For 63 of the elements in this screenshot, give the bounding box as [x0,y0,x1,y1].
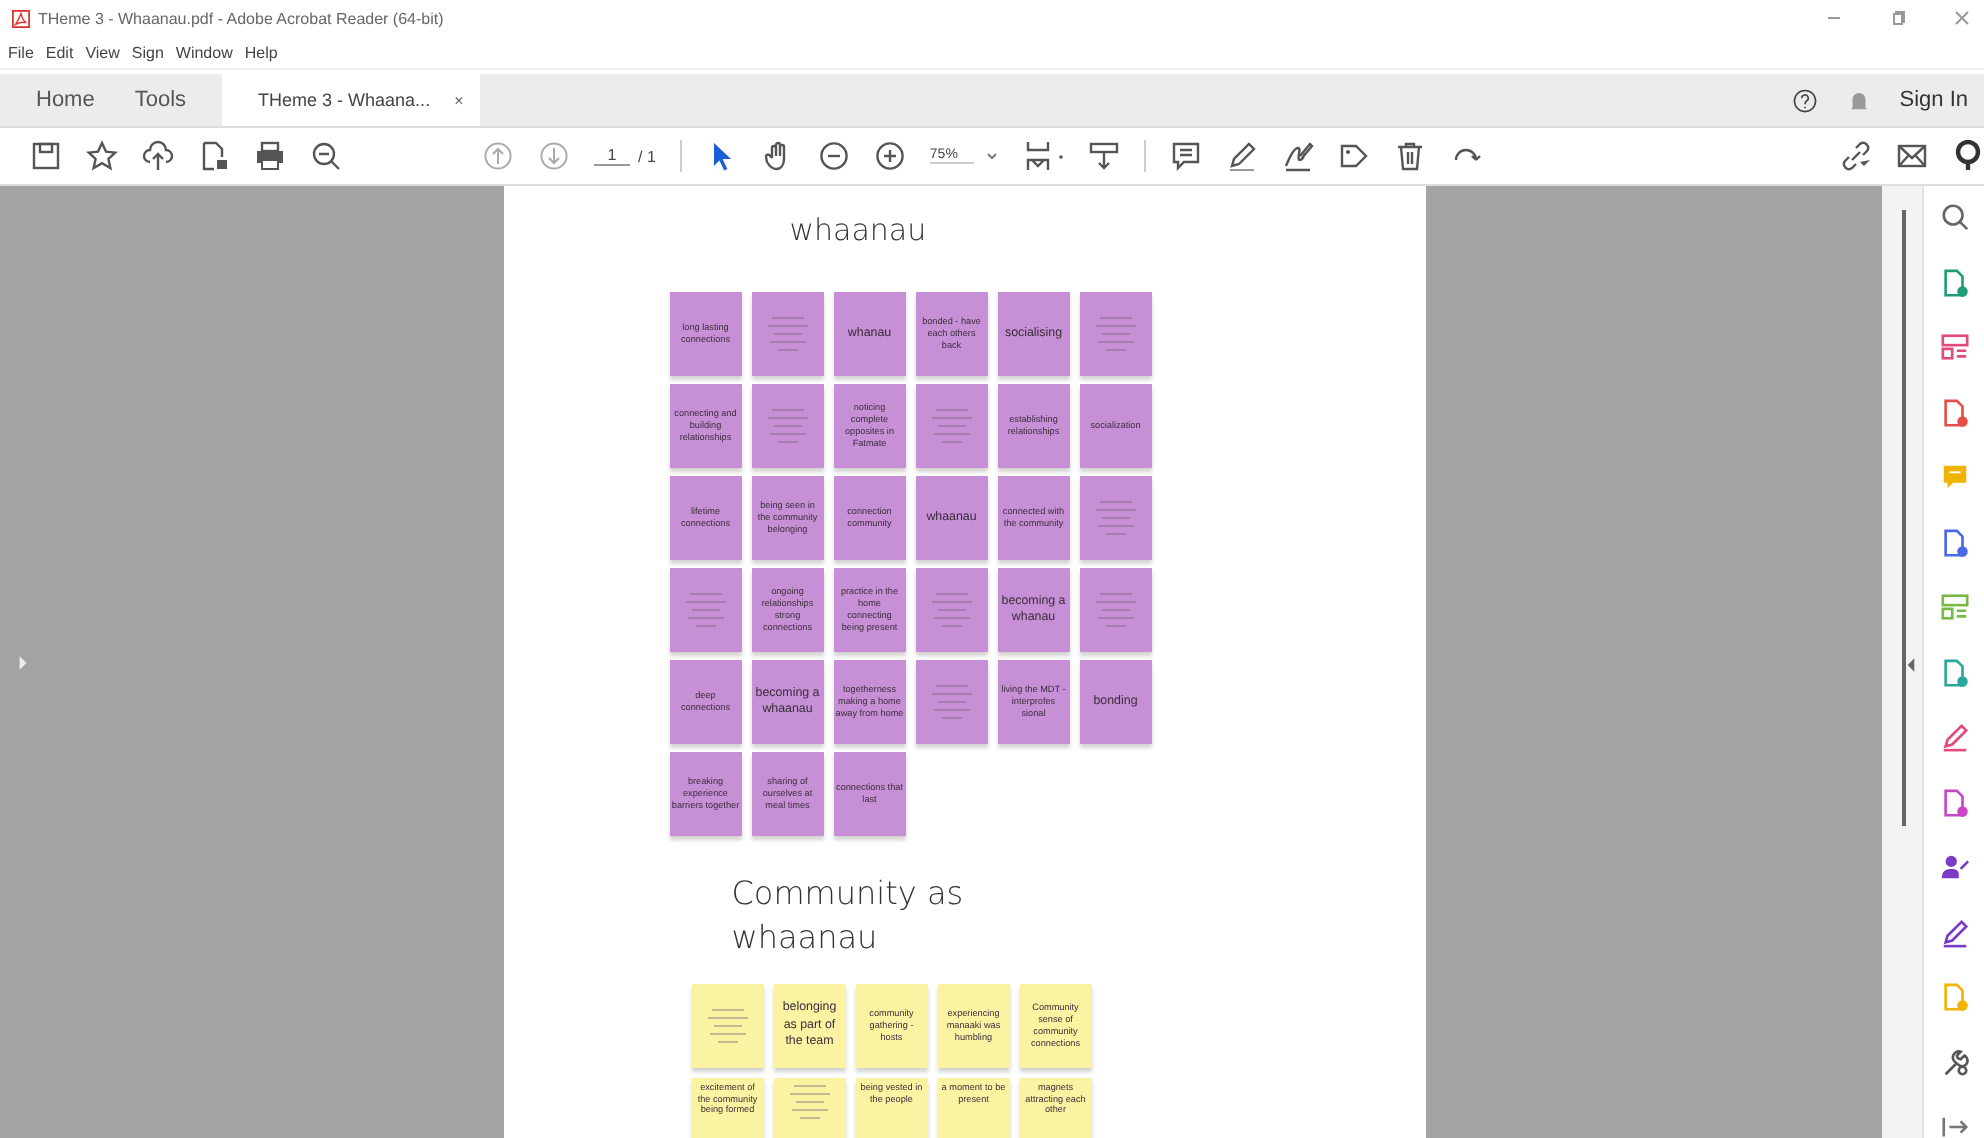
zoom-icon[interactable] [1939,202,1970,232]
trash-icon[interactable] [1393,140,1426,172]
file-icon[interactable] [1939,657,1970,687]
menu-item[interactable]: Sign [131,43,164,61]
page-number-field[interactable]: 1 [594,146,630,166]
section-heading: whaanau [789,212,929,248]
pen-icon[interactable] [1225,140,1258,172]
window-title: THeme 3 - Whaanau.pdf - Adobe Acrobat Reader (64-bit) [38,9,444,27]
pdf-icon [12,9,30,27]
file-icon[interactable] [1939,527,1970,557]
scroll-mode-icon[interactable] [1087,140,1120,172]
zoom-in-icon[interactable] [873,140,906,172]
illegible-text-drawing [1091,590,1140,630]
page-total: / 1 [638,147,656,165]
illegible-text-drawing [927,590,976,630]
tab-close-button[interactable]: × [454,91,464,109]
tab-label: THeme 3 - Whaana... [258,90,431,110]
section-heading: Community as whaanau [731,872,966,960]
tag-icon[interactable] [1337,140,1370,172]
file-lock-icon[interactable] [198,140,230,172]
file-icon[interactable] [1939,267,1970,297]
pen-icon[interactable] [1939,722,1970,752]
file-icon[interactable] [1939,397,1970,427]
illegible-text-drawing [703,1006,752,1046]
wrench-icon[interactable] [1939,1047,1970,1077]
signature-icon[interactable] [1281,140,1314,172]
cloud-upload-icon[interactable] [142,140,174,172]
dropdown-icon[interactable] [985,150,998,162]
close-icon[interactable] [1952,8,1972,28]
print-icon[interactable] [254,140,286,172]
menu-item[interactable]: Window [175,43,233,61]
tab[interactable]: Home [16,74,115,126]
illegible-text-drawing [681,590,730,630]
illegible-text-drawing [1091,498,1140,538]
menu-item[interactable]: Help [244,43,278,61]
scrollbar-thumb[interactable] [1902,210,1907,826]
zoom-out-icon[interactable] [817,140,850,172]
mail-icon[interactable] [1896,140,1928,172]
illegible-text-drawing [763,314,812,354]
search-icon[interactable] [310,140,342,172]
star-icon[interactable] [86,140,118,172]
expand-icon[interactable] [1939,1112,1970,1138]
illegible-text-drawing [1091,314,1140,354]
caret-icon [1057,153,1064,159]
save-icon[interactable] [30,140,62,172]
sign-in-link[interactable]: Sign In [1899,88,1968,112]
illegible-text-drawing [927,682,976,722]
layout-icon[interactable] [1939,332,1970,362]
menu-item[interactable]: File [8,43,34,61]
pen-icon[interactable] [1939,917,1970,947]
tab[interactable]: Tools [114,74,207,126]
menu-item[interactable]: Edit [45,43,74,61]
link-icon[interactable] [1840,140,1872,172]
file-icon[interactable] [1939,787,1970,817]
restore-icon[interactable] [1888,8,1908,28]
fit-page-icon[interactable] [1021,140,1054,172]
help-icon[interactable] [1791,87,1818,113]
illegible-text-drawing [927,406,976,446]
illegible-text-drawing [763,406,812,446]
menu-item[interactable]: View [85,43,120,61]
document-tab[interactable]: THeme 3 - Whaana... × [222,74,480,126]
comment-icon[interactable] [1169,140,1202,172]
illegible-text-drawing [785,1082,834,1122]
